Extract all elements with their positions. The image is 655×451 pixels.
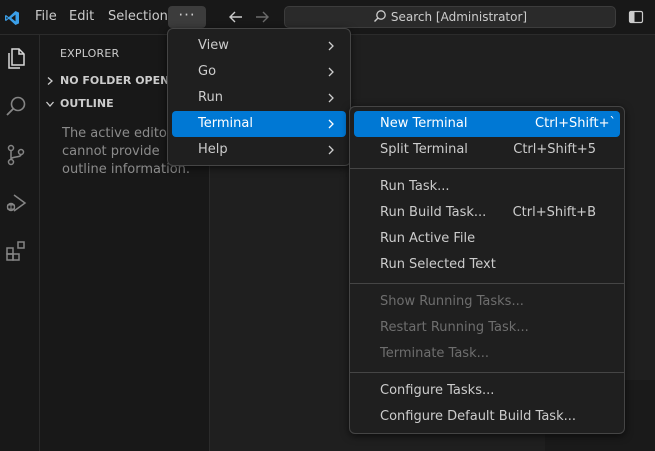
menu-item-split-terminal[interactable]: Split Terminal Ctrl+Shift+5	[354, 137, 620, 163]
more-menu-dropdown: View Go Run Terminal Help	[167, 28, 351, 166]
shortcut-label: Ctrl+Shift+5	[513, 142, 596, 157]
menu-item-run-active-file[interactable]: Run Active File	[354, 226, 620, 252]
menu-item-label: Help	[198, 142, 228, 157]
menu-item-configure-tasks[interactable]: Configure Tasks...	[354, 378, 620, 404]
menu-item-label: Run	[198, 90, 223, 105]
menu-item-new-terminal[interactable]: New Terminal Ctrl+Shift+`	[354, 111, 620, 137]
menu-item-label: Run Build Task...	[380, 205, 487, 220]
menu-item-label: Run Task...	[380, 179, 450, 194]
menu-item-label: Split Terminal	[380, 142, 468, 157]
menu-file[interactable]: File	[29, 6, 63, 28]
activity-bar	[0, 35, 40, 451]
outline-section-header[interactable]: OUTLINE	[40, 93, 114, 115]
run-and-debug-icon[interactable]	[4, 191, 28, 215]
menu-item-terminate-task[interactable]: Terminate Task...	[354, 341, 620, 367]
menu-item-restart-running-task[interactable]: Restart Running Task...	[354, 315, 620, 341]
menu-item-view[interactable]: View	[172, 33, 346, 59]
menu-item-label: View	[198, 38, 229, 53]
menu-item-label: Run Selected Text	[380, 257, 496, 272]
chevron-right-icon	[40, 76, 60, 86]
menu-item-label: Show Running Tasks...	[380, 294, 524, 309]
menu-separator	[350, 168, 624, 169]
menu-item-show-running-tasks[interactable]: Show Running Tasks...	[354, 289, 620, 315]
vscode-logo-icon[interactable]	[0, 0, 24, 35]
menu-item-terminal[interactable]: Terminal	[172, 111, 346, 137]
outline-label: OUTLINE	[60, 97, 114, 110]
menu-item-label: New Terminal	[380, 116, 468, 131]
menu-separator	[350, 283, 624, 284]
menu-selection[interactable]: Selection	[102, 6, 174, 28]
menu-item-label: Go	[198, 64, 217, 79]
shortcut-label: Ctrl+Shift+B	[512, 205, 596, 220]
search-label: Search [Administrator]	[390, 10, 528, 24]
menu-item-label: Configure Tasks...	[380, 383, 495, 398]
back-arrow-icon[interactable]	[227, 8, 245, 26]
menu-item-run[interactable]: Run	[172, 85, 346, 111]
terminal-submenu: New Terminal Ctrl+Shift+` Split Terminal…	[349, 106, 625, 434]
menu-item-configure-default-build-task[interactable]: Configure Default Build Task...	[354, 404, 620, 430]
menu-item-label: Configure Default Build Task...	[380, 409, 576, 424]
menu-item-label: Run Active File	[380, 231, 476, 246]
menu-item-run-build-task[interactable]: Run Build Task... Ctrl+Shift+B	[354, 200, 620, 226]
search-icon	[373, 9, 387, 26]
search-view-icon[interactable]	[4, 95, 28, 119]
menu-item-label: Terminate Task...	[380, 346, 490, 361]
menu-edit[interactable]: Edit	[63, 6, 100, 28]
sidebar-title: EXPLORER	[60, 47, 120, 60]
menu-separator	[350, 372, 624, 373]
chevron-down-icon	[40, 99, 60, 109]
menu-item-label: Terminal	[198, 116, 253, 131]
forward-arrow-icon[interactable]	[253, 8, 271, 26]
shortcut-label: Ctrl+Shift+`	[535, 116, 616, 131]
menu-item-label: Restart Running Task...	[380, 320, 529, 335]
menu-item-help[interactable]: Help	[172, 137, 346, 163]
command-center-search[interactable]: Search [Administrator]	[284, 6, 616, 28]
chevron-right-icon	[326, 137, 336, 173]
source-control-icon[interactable]	[4, 143, 28, 167]
menu-item-go[interactable]: Go	[172, 59, 346, 85]
toggle-sidebar-layout-icon[interactable]	[628, 9, 644, 25]
explorer-files-icon[interactable]	[4, 47, 28, 71]
more-menus-button[interactable]: ···	[168, 6, 206, 28]
menu-item-run-selected-text[interactable]: Run Selected Text	[354, 252, 620, 278]
menu-item-run-task[interactable]: Run Task...	[354, 174, 620, 200]
no-folder-section-header[interactable]: NO FOLDER OPENED	[40, 70, 186, 92]
extensions-icon[interactable]	[4, 239, 28, 263]
